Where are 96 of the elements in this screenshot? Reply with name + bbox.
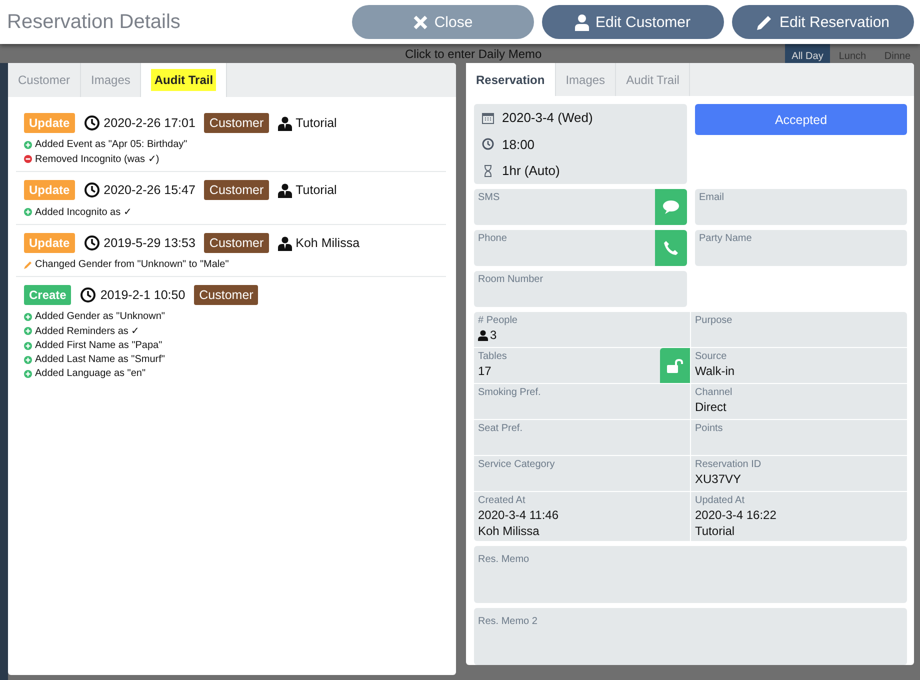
action-badge: Create bbox=[24, 285, 72, 305]
sms-button[interactable] bbox=[655, 189, 687, 225]
field-value: Walk-in bbox=[695, 364, 735, 378]
change-text: Removed Incognito (was ✓) bbox=[35, 153, 160, 165]
plus-circle-icon bbox=[24, 208, 32, 216]
clock-icon bbox=[84, 182, 100, 198]
plus-circle-icon bbox=[24, 140, 32, 148]
timestamp: 2020-2-26 17:01 bbox=[104, 116, 196, 130]
duration-text: 1hr (Auto) bbox=[502, 163, 560, 178]
user-name: Koh Milissa bbox=[296, 236, 360, 250]
field-value: XU37VY bbox=[695, 472, 742, 486]
call-button[interactable] bbox=[655, 230, 687, 266]
field-label: Points bbox=[695, 423, 724, 434]
edit-customer-button[interactable]: Edit Customer bbox=[542, 5, 724, 39]
field-label: Updated At bbox=[695, 495, 746, 506]
plus-circle-icon bbox=[24, 342, 32, 350]
status-button[interactable]: Accepted bbox=[695, 104, 907, 135]
close-button[interactable]: Close bbox=[352, 5, 534, 39]
field-label: Purpose bbox=[695, 315, 734, 326]
field-value: 2020-3-4 16:22 bbox=[695, 508, 776, 522]
meal-tab[interactable]: Lunch bbox=[830, 44, 875, 63]
person-icon bbox=[575, 14, 590, 30]
target-badge: Customer bbox=[204, 180, 269, 200]
close-icon bbox=[413, 14, 428, 30]
pencil-icon bbox=[756, 14, 774, 30]
change-text: Added Last Name as "Smurf" bbox=[35, 354, 165, 365]
time-text: 18:00 bbox=[502, 136, 535, 152]
clock-icon bbox=[84, 235, 100, 251]
input-field[interactable]: Email bbox=[695, 189, 907, 225]
plus-circle-icon bbox=[24, 312, 32, 320]
target-badge: Customer bbox=[204, 113, 269, 133]
target-badge: Customer bbox=[204, 233, 269, 253]
clock-icon bbox=[482, 138, 494, 150]
person-icon bbox=[478, 330, 488, 340]
memo-field[interactable]: Res. Memo 2 bbox=[474, 608, 907, 665]
meal-tab[interactable]: All Day bbox=[785, 44, 830, 63]
meal-tab[interactable]: Dinne bbox=[875, 44, 920, 63]
field-label: Smoking Pref. bbox=[478, 387, 542, 398]
plus-circle-icon bbox=[24, 356, 32, 364]
timestamp: 2019-2-1 10:50 bbox=[100, 288, 186, 302]
calendar-icon bbox=[482, 112, 494, 124]
user-icon bbox=[278, 116, 292, 130]
change-text: Added Gender as "Unknown" bbox=[35, 311, 165, 322]
field-label: # People bbox=[478, 315, 518, 326]
panel-tab[interactable]: Customer bbox=[8, 63, 82, 97]
panel-tab[interactable]: Audit Trail bbox=[141, 63, 228, 97]
change-text: Changed Gender from "Unknown" to "Male" bbox=[35, 259, 229, 270]
unlocked-padlock-icon bbox=[667, 358, 683, 372]
pencil-icon bbox=[24, 260, 32, 268]
minus-circle-icon bbox=[24, 155, 32, 163]
unlock-button[interactable] bbox=[660, 348, 690, 383]
memo-field[interactable]: Res. Memo bbox=[474, 546, 907, 603]
field-value: 3 bbox=[490, 328, 497, 342]
input-field[interactable]: Party Name bbox=[695, 230, 907, 266]
action-badge: Update bbox=[24, 233, 75, 253]
field-value: Tutorial bbox=[695, 524, 736, 538]
plus-circle-icon bbox=[24, 327, 32, 335]
input-field[interactable]: Phone bbox=[474, 230, 687, 266]
timestamp: 2019-5-29 13:53 bbox=[104, 236, 196, 250]
window-title: Reservation Details bbox=[7, 10, 182, 34]
field-value: Direct bbox=[695, 400, 726, 414]
input-field[interactable]: SMS bbox=[474, 189, 687, 225]
input-field[interactable]: Room Number bbox=[474, 271, 687, 307]
action-badge: Update bbox=[24, 113, 75, 133]
date-text: 2020-3-4 (Wed) bbox=[502, 110, 593, 125]
daily-memo-link[interactable]: Click to enter Daily Memo bbox=[405, 46, 542, 60]
target-badge: Customer bbox=[194, 285, 258, 305]
user-name: Tutorial bbox=[296, 183, 337, 197]
field-value: 17 bbox=[478, 364, 492, 378]
change-text: Added First Name as "Papa" bbox=[35, 340, 162, 351]
field-value: Koh Milissa bbox=[478, 524, 540, 538]
panel-tab[interactable]: Reservation bbox=[466, 63, 556, 96]
clock-icon bbox=[84, 115, 100, 131]
action-badge: Update bbox=[24, 180, 75, 200]
field-label: Seat Pref. bbox=[478, 423, 524, 434]
field-label: Channel bbox=[695, 387, 734, 398]
phone-icon bbox=[664, 241, 678, 255]
user-name: Tutorial bbox=[296, 116, 337, 130]
user-icon bbox=[278, 182, 292, 198]
field-label: Created At bbox=[478, 495, 526, 506]
field-label: Tables bbox=[478, 351, 508, 362]
change-text: Added Incognito as ✓ bbox=[35, 206, 132, 218]
field-label: Service Category bbox=[478, 459, 556, 470]
change-text: Added Reminders as ✓ bbox=[35, 325, 140, 337]
change-text: Added Event as "Apr 05: Birthday" bbox=[35, 139, 188, 150]
field-label: Source bbox=[695, 351, 728, 362]
timestamp: 2020-2-26 15:47 bbox=[104, 183, 196, 197]
user-icon bbox=[278, 236, 292, 250]
speech-bubble-icon bbox=[663, 200, 679, 214]
field-label: Reservation ID bbox=[695, 459, 762, 470]
change-text: Added Language as "en" bbox=[35, 368, 146, 379]
edit-reservation-button[interactable]: Edit Reservation bbox=[732, 5, 914, 39]
hourglass-icon bbox=[482, 164, 494, 176]
clock-icon bbox=[80, 287, 96, 303]
field-value: 2020-3-4 11:46 bbox=[478, 508, 559, 522]
plus-circle-icon bbox=[24, 370, 32, 378]
